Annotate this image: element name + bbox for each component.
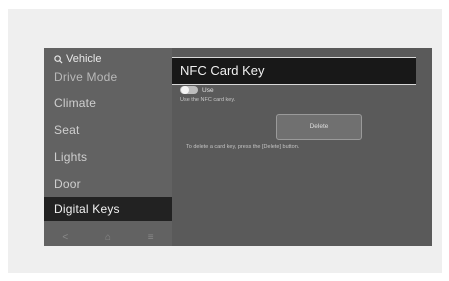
page-title: NFC Card Key (180, 63, 265, 78)
home-icon[interactable]: ⌂ (105, 232, 111, 243)
back-icon[interactable]: < (62, 232, 68, 243)
bottom-nav: < ⌂ ≡ (44, 228, 172, 246)
main-panel: NFC Card Key Use Use the NFC card key. D… (172, 48, 432, 246)
use-toggle[interactable] (180, 86, 198, 94)
use-label: Use (202, 86, 214, 94)
sidebar-item-seat[interactable]: Seat (54, 123, 80, 137)
search-label: Vehicle (66, 53, 102, 65)
sidebar: Vehicle Drive Mode Climate Seat Lights D… (44, 48, 172, 246)
search-bar[interactable]: Vehicle (54, 53, 101, 65)
menu-icon[interactable]: ≡ (148, 232, 154, 243)
use-toggle-row[interactable]: Use (180, 86, 214, 94)
search-icon (54, 54, 63, 64)
title-bar: NFC Card Key (172, 57, 416, 85)
infotainment-screen: Vehicle Drive Mode Climate Seat Lights D… (44, 48, 432, 246)
sidebar-item-door[interactable]: Door (54, 177, 81, 191)
sidebar-item-digital-keys[interactable]: Digital Keys (44, 197, 172, 221)
photo-frame: Vehicle Drive Mode Climate Seat Lights D… (8, 9, 442, 273)
sidebar-item-lights[interactable]: Lights (54, 150, 87, 164)
sidebar-item-climate[interactable]: Climate (54, 96, 96, 110)
sidebar-item-drive-mode[interactable]: Drive Mode (54, 70, 117, 84)
delete-description: To delete a card key, press the [Delete]… (186, 144, 300, 150)
delete-button[interactable]: Delete (276, 114, 362, 140)
use-hint: Use the NFC card key. (180, 97, 236, 103)
